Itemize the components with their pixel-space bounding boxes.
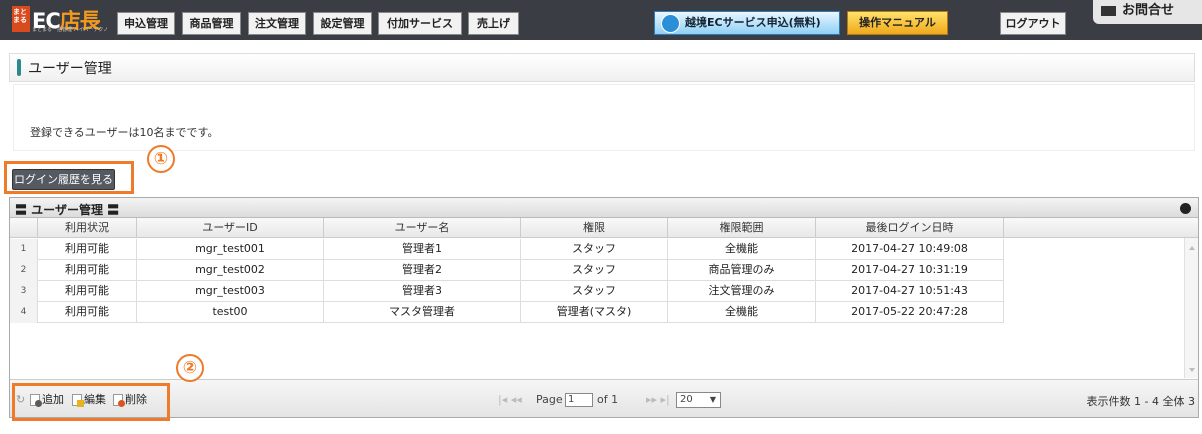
grid-title: 〓 ユーザー管理 〓 bbox=[15, 203, 120, 217]
page-title: ユーザー管理 bbox=[28, 61, 112, 77]
page-size-select[interactable]: 20 ▼ bbox=[676, 392, 721, 408]
cell-role: 管理者(マスタ) bbox=[521, 302, 668, 323]
cell-last-login: 2017-04-27 10:31:19 bbox=[816, 260, 1004, 281]
title-marker bbox=[17, 59, 21, 76]
table-row[interactable]: 3 利用可能 mgr_test003 管理者3 スタッフ 注文管理のみ 2017… bbox=[10, 281, 1004, 302]
page-number-input[interactable]: 1 bbox=[565, 393, 593, 407]
info-text: 登録できるユーザーは10名までです。 bbox=[30, 126, 219, 139]
contact-label: お問合せ bbox=[1122, 3, 1175, 18]
cell-scope: 全機能 bbox=[668, 239, 816, 260]
page-size-value: 20 bbox=[680, 394, 693, 405]
table-row[interactable]: 1 利用可能 mgr_test001 管理者1 スタッフ 全機能 2017-04… bbox=[10, 239, 1004, 260]
row-number: 1 bbox=[10, 239, 38, 260]
column-header-last-login[interactable]: 最後ログイン日時 bbox=[816, 218, 1004, 238]
column-header-user-id[interactable]: ユーザーID bbox=[137, 218, 324, 238]
first-prev-page-icon[interactable]: |◂ ◂◂ bbox=[498, 393, 522, 406]
row-number: 3 bbox=[10, 281, 38, 302]
cell-scope: 注文管理のみ bbox=[668, 281, 816, 302]
record-count: 表示件数 1 - 4 全体 3 bbox=[1086, 395, 1195, 408]
cell-last-login: 2017-04-27 10:51:43 bbox=[816, 281, 1004, 302]
app-logo[interactable]: まとまる EC店長 まとまる一括管理 ハイパーテクノ bbox=[12, 6, 108, 33]
column-header-status[interactable]: 利用状況 bbox=[38, 218, 137, 238]
cell-user-name: マスタ管理者 bbox=[324, 302, 521, 323]
cell-role: スタッフ bbox=[521, 260, 668, 281]
logo-badge: まとまる bbox=[12, 6, 30, 32]
cell-status: 利用可能 bbox=[38, 281, 137, 302]
globe-icon bbox=[661, 14, 680, 33]
mail-icon bbox=[1101, 5, 1116, 16]
nav-orders[interactable]: 注文管理 bbox=[248, 12, 306, 35]
row-number: 4 bbox=[10, 302, 38, 323]
callout-box-2 bbox=[12, 383, 170, 421]
cell-role: スタッフ bbox=[521, 239, 668, 260]
info-box: 登録できるユーザーは10名までです。 bbox=[13, 84, 1195, 151]
column-header-row: 利用状況 ユーザーID ユーザー名 権限 権限範囲 最後ログイン日時 bbox=[10, 218, 1198, 238]
next-last-page-icon[interactable]: ▸▸ ▸| bbox=[646, 393, 670, 406]
nav-sales[interactable]: 売上げ bbox=[468, 12, 519, 35]
scroll-down-icon[interactable] bbox=[1189, 368, 1195, 372]
grid-header: 〓 ユーザー管理 〓 bbox=[10, 198, 1198, 218]
cell-user-id: mgr_test001 bbox=[137, 239, 324, 260]
nav-products[interactable]: 商品管理 bbox=[182, 12, 241, 35]
cell-status: 利用可能 bbox=[38, 302, 137, 323]
scroll-up-icon[interactable] bbox=[1189, 246, 1195, 250]
cell-status: 利用可能 bbox=[38, 260, 137, 281]
cell-status: 利用可能 bbox=[38, 239, 137, 260]
nav-settings[interactable]: 設定管理 bbox=[313, 12, 372, 35]
page-title-box: ユーザー管理 bbox=[9, 53, 1195, 82]
page-label: Page bbox=[536, 393, 563, 406]
cell-user-name: 管理者3 bbox=[324, 281, 521, 302]
logout-button[interactable]: ログアウト bbox=[1000, 12, 1066, 35]
cell-scope: 全機能 bbox=[668, 302, 816, 323]
collapse-icon[interactable] bbox=[1180, 203, 1191, 214]
logo-subtitle: まとまる一括管理 ハイパーテクノ bbox=[32, 27, 109, 33]
cell-last-login: 2017-05-22 20:47:28 bbox=[816, 302, 1004, 323]
cell-scope: 商品管理のみ bbox=[668, 260, 816, 281]
callout-number-2: ② bbox=[176, 354, 204, 382]
row-number: 2 bbox=[10, 260, 38, 281]
column-header-role[interactable]: 権限 bbox=[521, 218, 668, 238]
top-bar: まとまる EC店長 まとまる一括管理 ハイパーテクノ 申込管理 商品管理 注文管… bbox=[0, 0, 1202, 40]
cell-user-name: 管理者2 bbox=[324, 260, 521, 281]
table-row[interactable]: 4 利用可能 test00 マスタ管理者 管理者(マスタ) 全機能 2017-0… bbox=[10, 302, 1004, 323]
global-ec-apply-button[interactable]: 越境ECサービス申込(無料) bbox=[654, 11, 840, 35]
cell-user-id: mgr_test002 bbox=[137, 260, 324, 281]
cell-user-name: 管理者1 bbox=[324, 239, 521, 260]
nav-application[interactable]: 申込管理 bbox=[117, 12, 175, 35]
cell-user-id: mgr_test003 bbox=[137, 281, 324, 302]
chevron-down-icon: ▼ bbox=[709, 395, 716, 404]
contact-button[interactable]: お問合せ bbox=[1093, 0, 1202, 24]
grid-footer: ↻ 追加 編集 削除 |◂ ◂◂ Page 1 of 1 ▸▸ ▸| 20 ▼ 表… bbox=[10, 379, 1198, 417]
callout-number-1: ① bbox=[147, 145, 175, 173]
manual-button[interactable]: 操作マニュアル bbox=[847, 11, 948, 35]
cell-last-login: 2017-04-27 10:49:08 bbox=[816, 239, 1004, 260]
cell-role: スタッフ bbox=[521, 281, 668, 302]
page-of-label: of 1 bbox=[597, 393, 619, 406]
login-history-button[interactable]: ログイン履歴を見る bbox=[12, 169, 115, 190]
nav-services[interactable]: 付加サービス bbox=[378, 12, 462, 35]
column-header-rownum bbox=[10, 218, 38, 238]
user-grid: 〓 ユーザー管理 〓 利用状況 ユーザーID ユーザー名 権限 権限範囲 最後ロ… bbox=[9, 197, 1199, 418]
table-row[interactable]: 2 利用可能 mgr_test002 管理者2 スタッフ 商品管理のみ 2017… bbox=[10, 260, 1004, 281]
cell-user-id: test00 bbox=[137, 302, 324, 323]
column-header-user-name[interactable]: ユーザー名 bbox=[324, 218, 521, 238]
global-ec-apply-label: 越境ECサービス申込(無料) bbox=[685, 16, 821, 29]
column-header-scope[interactable]: 権限範囲 bbox=[668, 218, 816, 238]
vertical-scrollbar[interactable] bbox=[1184, 238, 1198, 378]
